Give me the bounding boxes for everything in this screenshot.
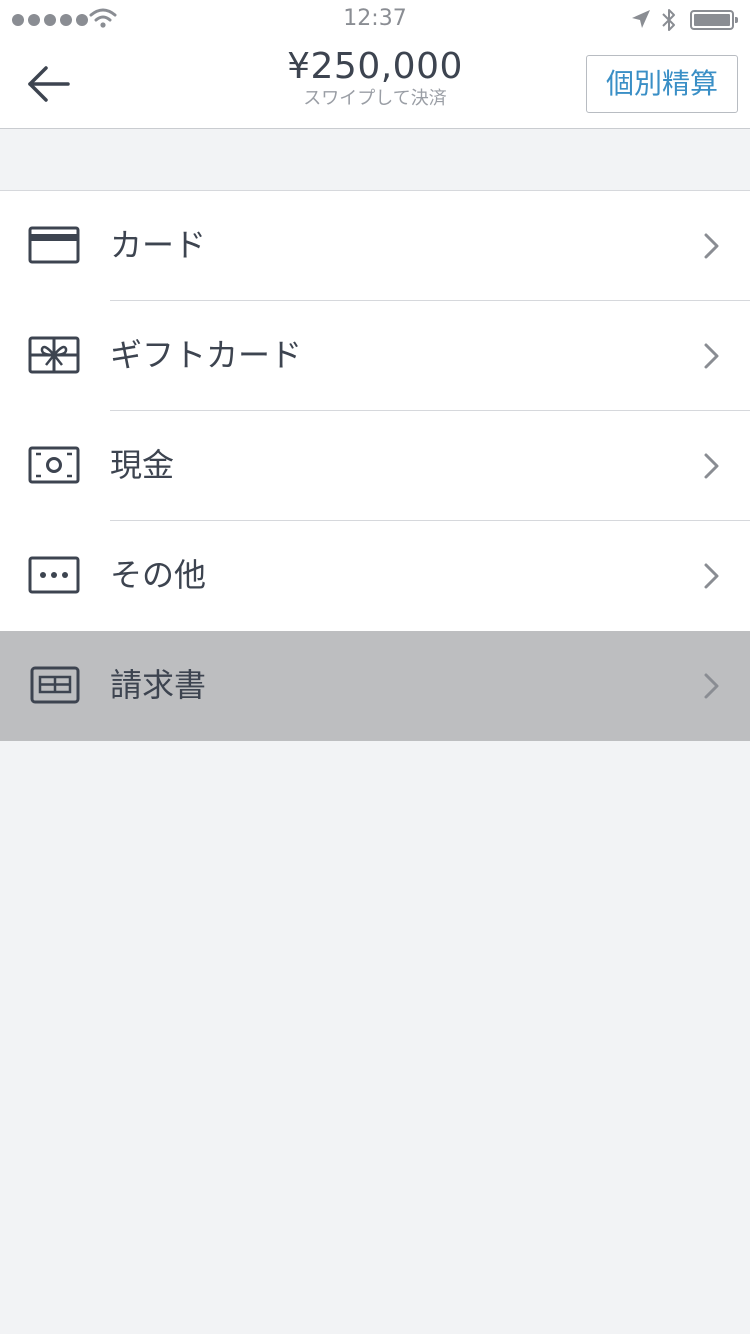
payment-method-label: ギフトカード — [110, 336, 303, 374]
payment-method-label: 現金 — [110, 446, 175, 484]
bluetooth-icon — [662, 9, 675, 31]
payment-method-label: カード — [110, 226, 207, 264]
battery-icon — [690, 10, 738, 30]
chevron-right-icon — [704, 453, 719, 479]
credit-card-icon — [28, 226, 80, 264]
payment-screen: 12:37 ¥250,000 スワイプして決済 個別精算 カード ギフトカード … — [0, 0, 750, 1334]
payment-method-label: 請求書 — [110, 666, 207, 704]
chevron-right-icon — [704, 343, 719, 369]
location-arrow-icon — [632, 10, 650, 28]
status-bar: 12:37 — [0, 0, 750, 40]
payment-method-gift-card[interactable]: ギフトカード — [0, 301, 750, 411]
payment-method-label: その他 — [110, 556, 207, 594]
more-dots-icon — [28, 556, 80, 594]
chevron-right-icon — [704, 233, 719, 259]
cash-icon — [28, 446, 80, 484]
payment-method-list: カード ギフトカード 現金 その他 請求書 — [0, 190, 750, 741]
payment-method-card[interactable]: カード — [0, 191, 750, 301]
chevron-right-icon — [704, 673, 719, 699]
split-payment-button[interactable]: 個別精算 — [586, 55, 738, 113]
chevron-right-icon — [704, 563, 719, 589]
payment-method-other[interactable]: その他 — [0, 521, 750, 631]
payment-method-invoice[interactable]: 請求書 — [0, 631, 750, 741]
gift-card-icon — [28, 336, 80, 374]
invoice-icon — [30, 666, 80, 704]
payment-method-cash[interactable]: 現金 — [0, 411, 750, 521]
nav-bar: ¥250,000 スワイプして決済 個別精算 — [0, 40, 750, 129]
